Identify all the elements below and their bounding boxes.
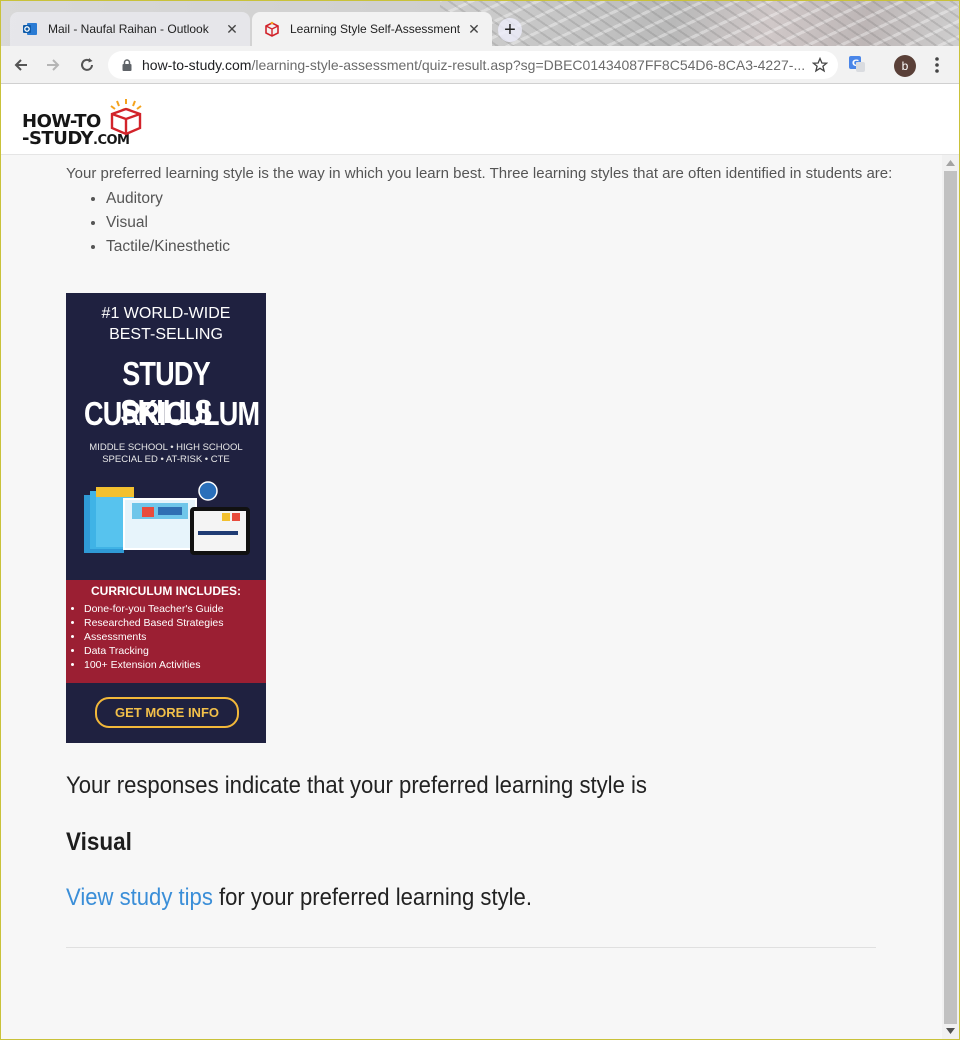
translate-extension-icon[interactable]: G [848,55,866,73]
triangle-up-icon [946,160,955,166]
address-bar[interactable]: how-to-study.com/learning-style-assessme… [108,51,838,79]
arrow-left-icon [14,59,27,71]
tab-title: Mail - Naufal Raihan - Outlook [48,22,209,36]
logo-box-icon [110,99,142,136]
view-study-tips-link[interactable]: View study tips [66,884,213,911]
close-tab-icon[interactable]: ✕ [224,21,240,37]
arrow-right-icon [47,59,60,71]
reload-icon [81,58,93,71]
list-item: Tactile/Kinesthetic [106,235,230,259]
outlook-icon [22,21,38,37]
reload-button[interactable] [76,54,98,76]
result-text: Your responses indicate that your prefer… [66,772,647,799]
curriculum-ad-banner[interactable]: #1 WORLD-WIDE BEST-SELLING STUDY SKILLS … [66,293,266,743]
ad-includes-panel: CURRICULUM INCLUDES: Done-for-you Teache… [66,580,266,683]
ad-sub2: SPECIAL ED • AT-RISK • CTE [102,454,230,465]
list-item: Assessments [84,630,224,644]
lock-icon [122,59,132,71]
list-item: Visual [106,211,230,235]
study-tips-line: View study tips for your preferred learn… [66,884,532,912]
get-more-info-button[interactable]: GET MORE INFO [95,697,239,728]
result-learning-style: Visual [66,828,132,856]
scrollbar-thumb[interactable] [944,171,957,1024]
site-logo[interactable]: HOW-TO -STUDY.COM [22,98,150,149]
list-item: Data Tracking [84,644,224,658]
divider [66,947,876,948]
ad-headline2: CURRICULUM [84,395,260,432]
intro-text: Your preferred learning style is the way… [66,165,893,182]
star-icon[interactable] [812,57,828,73]
browser-toolbar: how-to-study.com/learning-style-assessme… [0,46,960,84]
forward-button[interactable] [42,54,64,76]
ad-includes-title: CURRICULUM INCLUDES: [91,584,241,598]
scroll-down-button[interactable] [942,1023,959,1039]
list-item: Researched Based Strategies [84,616,224,630]
url-path: /learning-style-assessment/quiz-result.a… [251,57,806,73]
new-tab-button[interactable]: + [498,18,522,42]
tab-learning-style[interactable]: Learning Style Self-Assessment ✕ [252,12,492,46]
tab-title: Learning Style Self-Assessment [290,22,461,36]
vertical-scrollbar[interactable] [942,155,959,1039]
list-item: 100+ Extension Activities [84,658,224,672]
main-content: Your preferred learning style is the way… [0,155,942,1040]
url-host: how-to-study.com [142,57,252,73]
ad-line1: #1 WORLD-WIDE [101,305,231,322]
ad-includes-list: Done-for-you Teacher's Guide Researched … [70,602,224,672]
study-tips-suffix: for your preferred learning style. [212,884,532,911]
list-item: Auditory [106,187,230,211]
scroll-up-button[interactable] [942,155,959,171]
back-button[interactable] [10,54,32,76]
triangle-down-icon [946,1028,955,1034]
profile-avatar[interactable]: b [894,55,916,77]
close-tab-icon[interactable]: ✕ [466,21,482,37]
tab-outlook[interactable]: Mail - Naufal Raihan - Outlook ✕ [10,12,250,46]
list-item: Done-for-you Teacher's Guide [84,602,224,616]
ad-sub1: MIDDLE SCHOOL • HIGH SCHOOL [89,442,243,453]
ad-line2: BEST-SELLING [109,326,223,343]
more-menu-icon[interactable] [928,55,946,75]
product-images [84,481,250,555]
tab-strip: Mail - Naufal Raihan - Outlook ✕ Learnin… [0,0,960,46]
learning-styles-list: Auditory Visual Tactile/Kinesthetic [86,187,230,259]
howtostudy-box-icon [264,21,280,37]
site-header: HOW-TO -STUDY.COM [0,84,960,155]
